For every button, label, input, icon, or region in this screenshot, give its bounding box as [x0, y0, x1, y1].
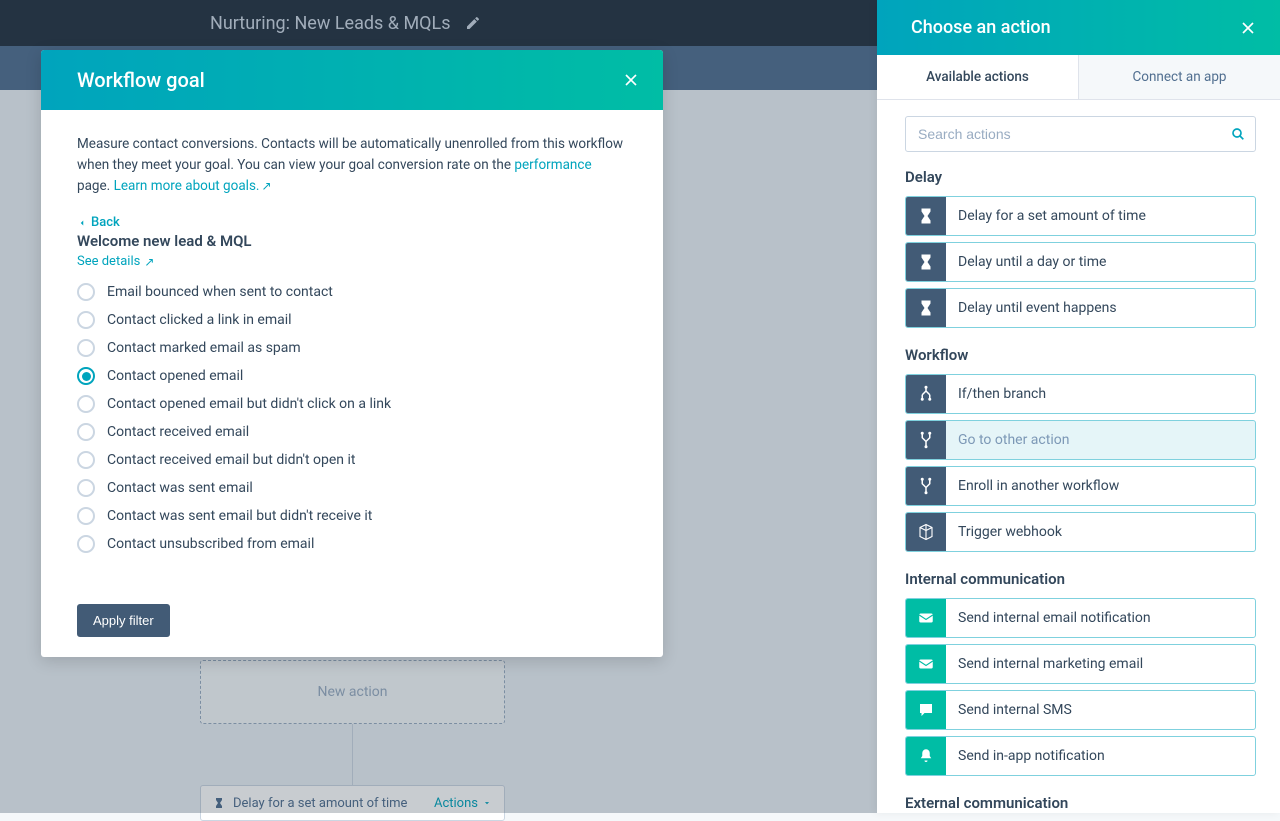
search-wrap [905, 116, 1256, 152]
hourglass-icon [906, 289, 946, 327]
goal-option-label: Contact clicked a link in email [107, 312, 292, 328]
action-item[interactable]: Send in-app notification [905, 736, 1256, 776]
radio-icon [77, 283, 95, 301]
action-item[interactable]: Trigger webhook [905, 512, 1256, 552]
goal-option[interactable]: Contact marked email as spam [77, 339, 627, 357]
goal-option[interactable]: Contact clicked a link in email [77, 311, 627, 329]
merge-icon [906, 421, 946, 459]
action-group-label: Internal communication [905, 570, 1256, 588]
action-item[interactable]: Enroll in another workflow [905, 466, 1256, 506]
radio-icon [77, 535, 95, 553]
close-icon[interactable] [621, 70, 641, 90]
action-item[interactable]: Send internal marketing email [905, 644, 1256, 684]
action-item-label: Send internal SMS [946, 691, 1072, 729]
radio-icon [77, 311, 95, 329]
goal-option-label: Contact opened email but didn't click on… [107, 396, 391, 412]
action-item[interactable]: Delay until event happens [905, 288, 1256, 328]
goal-option-label: Contact received email but didn't open i… [107, 452, 356, 468]
radio-icon [77, 339, 95, 357]
action-item-label: Go to other action [946, 421, 1069, 459]
radio-icon [77, 479, 95, 497]
tab-available-actions[interactable]: Available actions [877, 55, 1078, 99]
action-group-label: Delay [905, 168, 1256, 186]
goal-option-label: Contact unsubscribed from email [107, 536, 314, 552]
radio-icon [77, 395, 95, 413]
goal-option[interactable]: Contact unsubscribed from email [77, 535, 627, 553]
action-item[interactable]: Send internal email notification [905, 598, 1256, 638]
goal-option-label: Contact opened email [107, 368, 243, 384]
apply-filter-button[interactable]: Apply filter [77, 604, 170, 637]
modal-footer: Apply filter [41, 594, 663, 657]
panel-tabs: Available actions Connect an app [877, 55, 1280, 100]
panel-body: DelayDelay for a set amount of timeDelay… [877, 100, 1280, 813]
action-list: Delay for a set amount of time Delay unti… [905, 196, 1256, 328]
goal-option[interactable]: Contact opened email but didn't click on… [77, 395, 627, 413]
goal-option[interactable]: Contact opened email [77, 367, 627, 385]
radio-icon [77, 507, 95, 525]
goal-option-label: Contact received email [107, 424, 249, 440]
modal-body: Measure contact conversions. Contacts wi… [41, 110, 663, 594]
see-details-link[interactable]: See details ↗ [77, 254, 154, 269]
action-item[interactable]: Delay until a day or time [905, 242, 1256, 282]
learn-more-link[interactable]: Learn more about goals.↗ [114, 178, 272, 194]
search-icon[interactable] [1230, 126, 1246, 142]
goal-option-label: Email bounced when sent to contact [107, 284, 333, 300]
modal-title: Workflow goal [77, 68, 205, 92]
goal-option[interactable]: Contact received email but didn't open i… [77, 451, 627, 469]
merge-icon [906, 467, 946, 505]
action-list: Send internal email notification Send int… [905, 598, 1256, 776]
action-item[interactable]: If/then branch [905, 374, 1256, 414]
branch-icon [906, 375, 946, 413]
action-group-label: External communication [905, 794, 1256, 812]
panel-header: Choose an action [877, 0, 1280, 55]
action-item-label: Delay for a set amount of time [946, 197, 1146, 235]
search-input[interactable] [905, 116, 1256, 152]
workflow-goal-modal: Workflow goal Measure contact conversion… [41, 50, 663, 657]
hourglass-icon [906, 243, 946, 281]
actions-panel: Choose an action Available actions Conne… [877, 0, 1280, 813]
radio-icon [77, 367, 95, 385]
action-item-label: Delay until a day or time [946, 243, 1106, 281]
radio-icon [77, 423, 95, 441]
bell-icon [906, 737, 946, 775]
radio-icon [77, 451, 95, 469]
action-item-label: Send in-app notification [946, 737, 1105, 775]
action-item-label: Delay until event happens [946, 289, 1117, 327]
action-item[interactable]: Send internal SMS [905, 690, 1256, 730]
cube-icon [906, 513, 946, 551]
external-link-icon: ↗ [262, 179, 272, 193]
hourglass-icon [906, 197, 946, 235]
goal-subheading: Welcome new lead & MQL [77, 232, 627, 250]
goal-option[interactable]: Contact was sent email [77, 479, 627, 497]
modal-header: Workflow goal [41, 50, 663, 110]
goal-option[interactable]: Contact was sent email but didn't receiv… [77, 507, 627, 525]
modal-description: Measure contact conversions. Contacts wi… [77, 134, 627, 197]
back-link[interactable]: Back [77, 215, 120, 230]
action-group-label: Workflow [905, 346, 1256, 364]
goal-option[interactable]: Contact received email [77, 423, 627, 441]
mail-icon [906, 645, 946, 683]
performance-link[interactable]: performance [514, 157, 591, 173]
action-item-label: Trigger webhook [946, 513, 1062, 551]
action-item[interactable]: Go to other action [905, 420, 1256, 460]
action-list: If/then branch Go to other action Enroll i… [905, 374, 1256, 552]
goal-options-list: Email bounced when sent to contact Contac… [77, 283, 627, 553]
goal-option-label: Contact marked email as spam [107, 340, 301, 356]
action-item-label: Send internal marketing email [946, 645, 1143, 683]
goal-option-label: Contact was sent email but didn't receiv… [107, 508, 372, 524]
mail-icon [906, 599, 946, 637]
close-icon[interactable] [1238, 18, 1258, 38]
action-item-label: Enroll in another workflow [946, 467, 1119, 505]
goal-option[interactable]: Email bounced when sent to contact [77, 283, 627, 301]
external-link-icon: ↗ [144, 255, 154, 269]
scroll-fade [41, 558, 663, 594]
action-item[interactable]: Delay for a set amount of time [905, 196, 1256, 236]
tab-connect-app[interactable]: Connect an app [1078, 55, 1280, 99]
panel-title: Choose an action [911, 17, 1051, 38]
action-item-label: Send internal email notification [946, 599, 1151, 637]
goal-option-label: Contact was sent email [107, 480, 253, 496]
action-item-label: If/then branch [946, 375, 1046, 413]
chat-icon [906, 691, 946, 729]
